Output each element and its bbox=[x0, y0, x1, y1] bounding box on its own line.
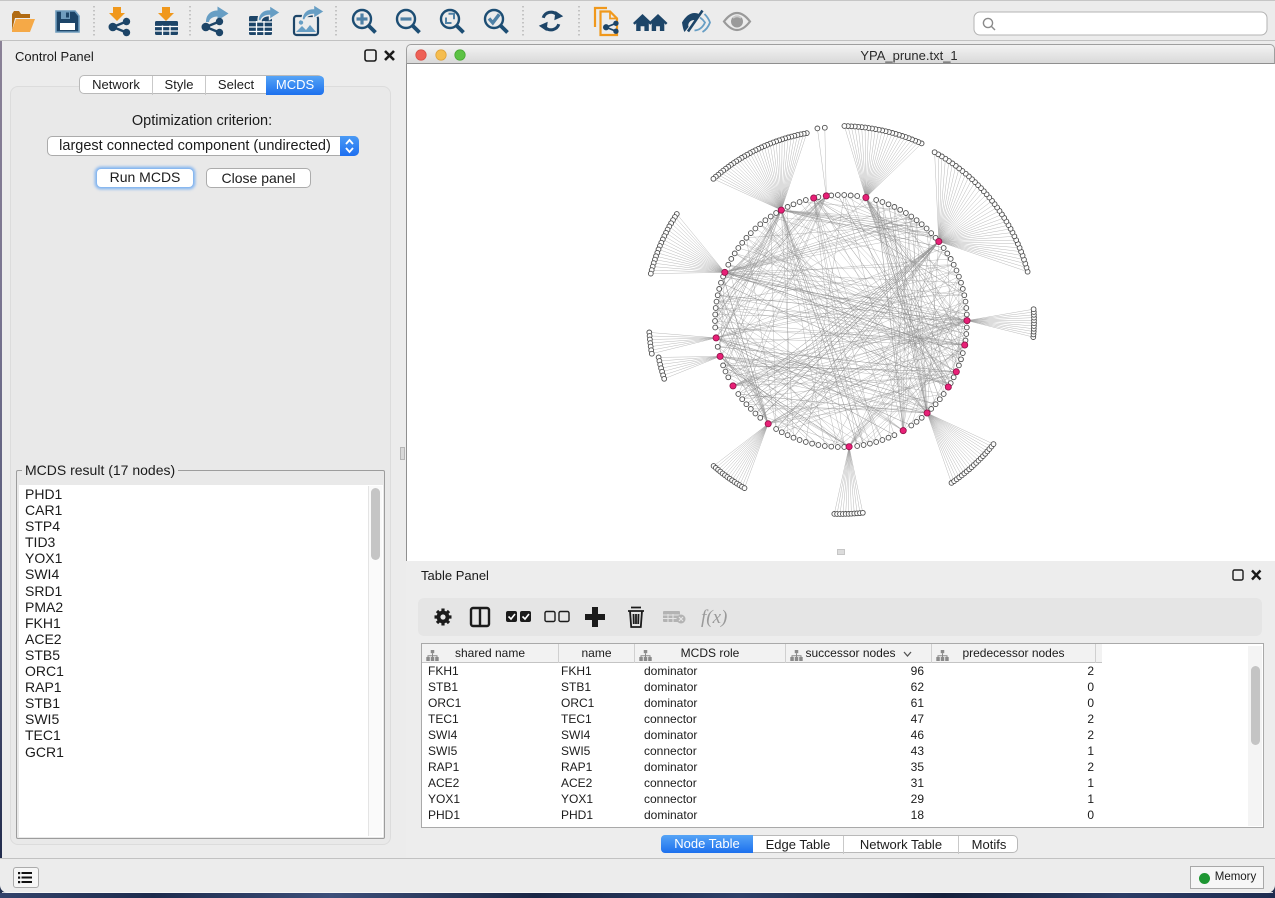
svg-text:f(x): f(x) bbox=[701, 607, 727, 628]
